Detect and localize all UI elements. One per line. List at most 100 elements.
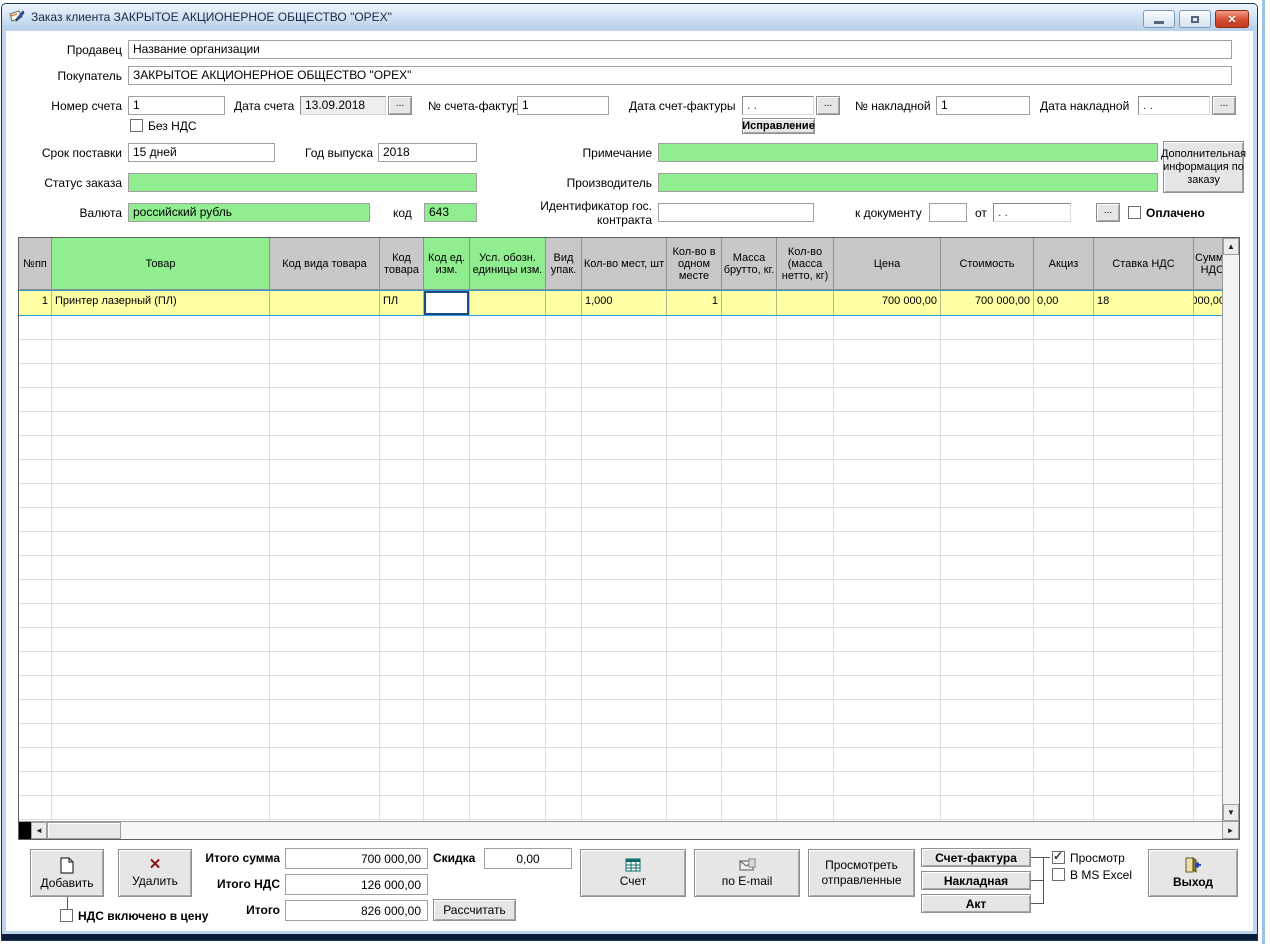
table-row[interactable] (19, 652, 1222, 676)
no-vat-checkbox[interactable] (130, 119, 143, 132)
grid-data-row[interactable]: 1Принтер лазерный (ПЛ)ПЛ1,0001700 000,00… (19, 290, 1222, 316)
row1-cell-6[interactable] (470, 291, 546, 315)
row1-cell-11[interactable] (777, 291, 834, 315)
to-document-field[interactable] (929, 203, 967, 222)
table-row[interactable] (19, 628, 1222, 652)
scroll-right-button[interactable]: ► (1222, 821, 1239, 839)
table-row[interactable] (19, 724, 1222, 748)
table-row[interactable] (19, 604, 1222, 628)
minimize-button[interactable] (1143, 10, 1175, 28)
invoice-number-field[interactable]: 1 (128, 96, 225, 115)
maximize-button[interactable] (1179, 10, 1211, 28)
column-header-10[interactable]: Масса брутто, кг. (722, 238, 777, 290)
table-row[interactable] (19, 748, 1222, 772)
row1-cell-8[interactable]: 1,000 (582, 291, 667, 315)
close-button[interactable]: ✕ (1215, 10, 1249, 28)
column-header-13[interactable]: Стоимость (941, 238, 1034, 290)
order-status-field[interactable] (128, 173, 477, 192)
horizontal-scroll-thumb[interactable] (47, 822, 121, 839)
table-row[interactable] (19, 412, 1222, 436)
discount-field[interactable]: 0,00 (484, 848, 572, 869)
table-row[interactable] (19, 556, 1222, 580)
table-row[interactable] (19, 700, 1222, 724)
vertical-scrollbar[interactable]: ▲ ▼ (1222, 238, 1239, 821)
row1-cell-10[interactable] (722, 291, 777, 315)
table-row[interactable] (19, 508, 1222, 532)
scroll-down-button[interactable]: ▼ (1223, 804, 1239, 821)
from-date-field[interactable]: . . (993, 203, 1071, 222)
column-header-2[interactable]: Товар (52, 238, 270, 290)
invoice-button[interactable]: Счет (580, 849, 686, 897)
table-row[interactable] (19, 484, 1222, 508)
table-row[interactable] (19, 340, 1222, 364)
column-header-5[interactable]: Код ед. изм. (424, 238, 470, 290)
row1-cell-15[interactable]: 18 (1094, 291, 1194, 315)
column-header-16[interactable]: Сумма НДС (1194, 238, 1222, 290)
gov-contract-field[interactable] (658, 203, 814, 222)
column-header-14[interactable]: Акциз (1034, 238, 1094, 290)
waybill-number-field[interactable]: 1 (936, 96, 1030, 115)
delivery-term-field[interactable]: 15 дней (128, 143, 275, 162)
column-header-9[interactable]: Кол-во в одном месте (667, 238, 722, 290)
calculate-button[interactable]: Рассчитать (433, 899, 516, 921)
row1-cell-12[interactable]: 700 000,00 (834, 291, 941, 315)
row1-cell-1[interactable]: 1 (19, 291, 52, 315)
invoice-date-field[interactable]: 13.09.2018 (300, 96, 386, 115)
row1-cell-7[interactable] (546, 291, 582, 315)
excel-checkbox[interactable] (1052, 868, 1065, 881)
add-button[interactable]: Добавить (30, 849, 104, 897)
vat-invoice-number-field[interactable]: 1 (517, 96, 609, 115)
email-button[interactable]: по E-mail (694, 849, 800, 897)
seller-field[interactable]: Название организации (128, 40, 1232, 59)
buyer-field[interactable]: ЗАКРЫТОЕ АКЦИОНЕРНОЕ ОБЩЕСТВО "ОРЕХ" (128, 66, 1232, 85)
view-sent-button[interactable]: Просмотреть отправленные (808, 849, 915, 897)
table-row[interactable] (19, 580, 1222, 604)
column-header-1[interactable]: №пп (19, 238, 52, 290)
exit-button[interactable]: Выход (1148, 849, 1238, 897)
table-row[interactable] (19, 532, 1222, 556)
column-header-7[interactable]: Вид упак. (546, 238, 582, 290)
column-header-4[interactable]: Код товара (380, 238, 424, 290)
table-row[interactable] (19, 388, 1222, 412)
waybill-print-button[interactable]: Накладная (921, 871, 1031, 890)
table-row[interactable] (19, 316, 1222, 340)
waybill-date-browse-button[interactable]: ... (1212, 96, 1236, 115)
table-row[interactable] (19, 460, 1222, 484)
preview-checkbox[interactable]: ✓ (1052, 851, 1065, 864)
currency-code-field[interactable]: 643 (424, 203, 477, 222)
column-header-6[interactable]: Усл. обозн. единицы изм. (470, 238, 546, 290)
row1-cell-14[interactable]: 0,00 (1034, 291, 1094, 315)
table-row[interactable] (19, 772, 1222, 796)
column-header-8[interactable]: Кол-во мест, шт (582, 238, 667, 290)
titlebar[interactable]: Заказ клиента ЗАКРЫТОЕ АКЦИОНЕРНОЕ ОБЩЕС… (2, 4, 1257, 30)
row1-cell-2[interactable]: Принтер лазерный (ПЛ) (52, 291, 270, 315)
column-header-15[interactable]: Ставка НДС (1094, 238, 1194, 290)
manufacturer-field[interactable] (658, 173, 1158, 192)
waybill-date-field[interactable]: . . (1138, 96, 1210, 115)
column-header-11[interactable]: Кол-во (масса нетто, кг) (777, 238, 834, 290)
column-header-3[interactable]: Код вида товара (270, 238, 380, 290)
extra-info-button[interactable]: Дополнительная информация по заказу (1163, 141, 1244, 193)
year-field[interactable]: 2018 (378, 143, 477, 162)
table-row[interactable] (19, 436, 1222, 460)
vat-invoice-date-browse-button[interactable]: ... (816, 96, 840, 115)
vat-included-checkbox[interactable] (60, 909, 73, 922)
table-row[interactable] (19, 364, 1222, 388)
column-header-12[interactable]: Цена (834, 238, 941, 290)
row1-cell-16[interactable]: 126 000,00 (1194, 291, 1222, 315)
vat-invoice-print-button[interactable]: Счет-фактура (921, 848, 1031, 867)
paid-checkbox[interactable] (1128, 206, 1141, 219)
scroll-left-button[interactable]: ◄ (31, 822, 47, 839)
currency-field[interactable]: российский рубль (128, 203, 370, 222)
scroll-up-button[interactable]: ▲ (1223, 238, 1239, 255)
row1-cell-5[interactable] (424, 291, 470, 315)
row1-cell-13[interactable]: 700 000,00 (941, 291, 1034, 315)
table-row[interactable] (19, 676, 1222, 700)
row1-cell-4[interactable]: ПЛ (380, 291, 424, 315)
row1-cell-3[interactable] (270, 291, 380, 315)
note-field[interactable] (658, 143, 1158, 162)
act-print-button[interactable]: Акт (921, 894, 1031, 913)
vat-invoice-date-field[interactable]: . . (742, 96, 814, 115)
invoice-date-browse-button[interactable]: ... (388, 96, 412, 115)
row1-cell-9[interactable]: 1 (667, 291, 722, 315)
